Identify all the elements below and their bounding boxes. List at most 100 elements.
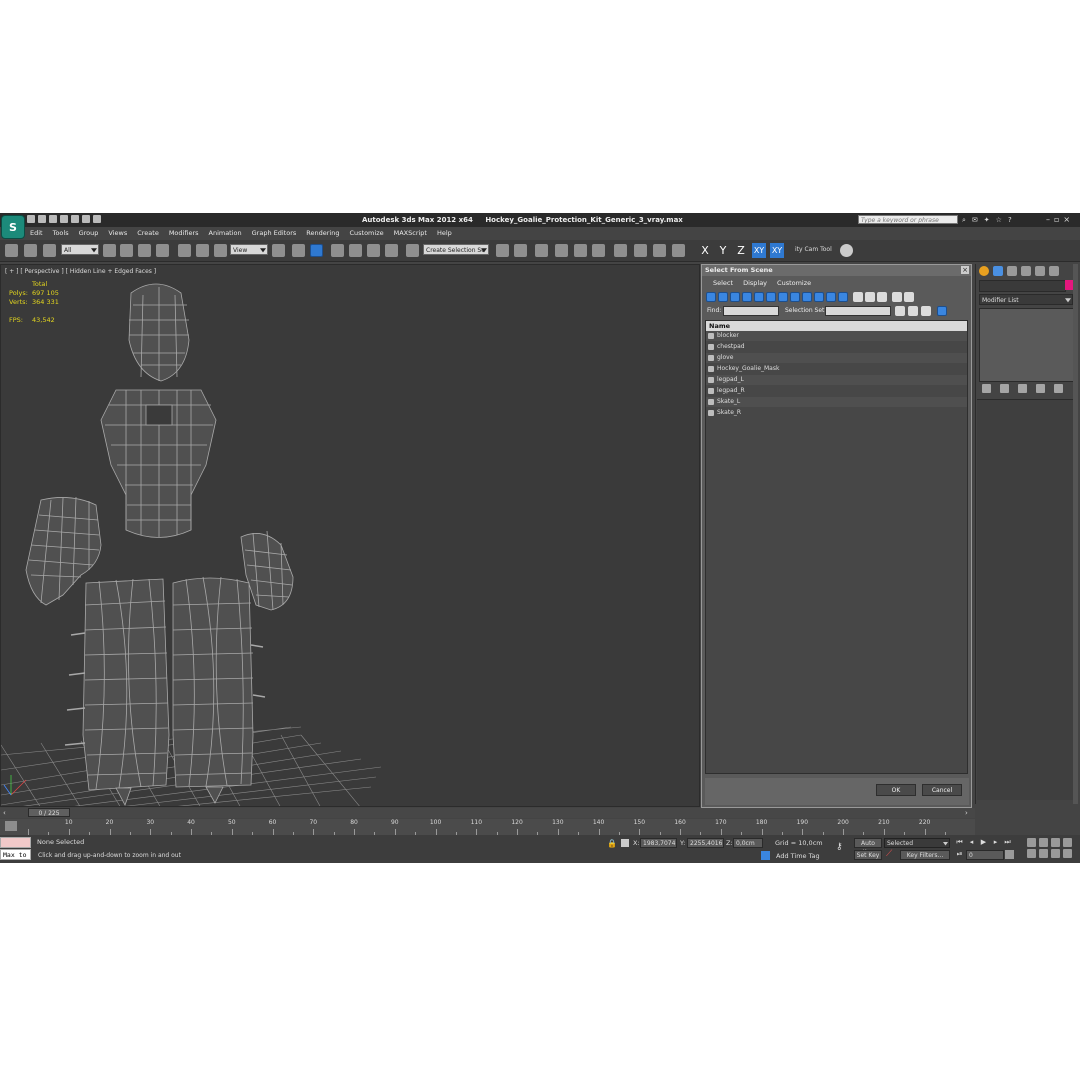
select-and-manipulate-icon[interactable] — [292, 244, 305, 257]
unlink-icon[interactable] — [24, 244, 37, 257]
curve-editor-icon[interactable] — [574, 244, 587, 257]
object-color-swatch[interactable] — [1065, 280, 1073, 290]
display-groups-icon[interactable] — [778, 292, 788, 302]
list-item[interactable]: legpad_R — [706, 386, 967, 396]
material-editor-icon[interactable] — [614, 244, 627, 257]
find-input[interactable] — [723, 306, 779, 316]
sort-icon[interactable] — [904, 292, 914, 302]
time-tag-icon[interactable] — [761, 851, 770, 860]
list-item[interactable]: Hockey_Goalie_Mask — [706, 364, 967, 374]
edit-named-selection-icon[interactable] — [406, 244, 419, 257]
maximize-viewport-icon[interactable] — [1063, 849, 1072, 858]
next-frame-icon[interactable]: ▸ — [991, 838, 1000, 847]
maxscript-listener-output[interactable] — [0, 837, 31, 848]
project-folder-icon[interactable] — [82, 215, 90, 223]
time-slider-prev-icon[interactable]: ‹ — [3, 809, 6, 817]
display-cameras-icon[interactable] — [742, 292, 752, 302]
field-of-view-icon[interactable] — [1027, 849, 1036, 858]
zoom-extents-icon[interactable] — [1051, 838, 1060, 847]
maxscript-mini-listener[interactable]: Max to — [0, 849, 31, 860]
select-dependents-icon[interactable] — [908, 306, 918, 316]
dialog-menu-display[interactable]: Display — [738, 278, 772, 288]
menu-maxscript[interactable]: MAXScript — [389, 228, 432, 239]
pan-icon[interactable] — [1039, 849, 1048, 858]
align-icon[interactable] — [514, 244, 527, 257]
menu-tools[interactable]: Tools — [48, 228, 74, 239]
hierarchy-tab-icon[interactable] — [1007, 266, 1017, 276]
menu-graph-editors[interactable]: Graph Editors — [247, 228, 302, 239]
axis-z-button[interactable]: Z — [734, 243, 748, 258]
play-icon[interactable]: ▶ — [979, 838, 988, 847]
help-search-input[interactable]: Type a keyword or phrase — [858, 215, 958, 224]
go-to-end-icon[interactable]: ⏭ — [1003, 838, 1012, 847]
track-bar[interactable]: 10 20 30 40 50 60 70 80 90 100 110 120 130 140 150 160 1… — [0, 819, 975, 835]
list-item[interactable]: blocker — [706, 331, 967, 341]
name-column-header[interactable]: Name — [706, 321, 967, 331]
named-selection-sets-dropdown[interactable]: Create Selection Se — [423, 244, 489, 255]
zoom-extents-all-icon[interactable] — [1063, 838, 1072, 847]
display-xrefs-icon[interactable] — [790, 292, 800, 302]
add-time-tag-button[interactable]: Add Time Tag — [776, 852, 820, 860]
spinner-snap-icon[interactable] — [385, 244, 398, 257]
motion-tab-icon[interactable] — [1021, 266, 1031, 276]
snaps-toggle-icon[interactable] — [331, 244, 344, 257]
mini-curve-editor-icon[interactable] — [5, 821, 17, 831]
modifier-stack[interactable] — [979, 308, 1075, 382]
select-object-icon[interactable] — [103, 244, 116, 257]
perspective-viewport[interactable]: [ + ] [ Perspective ] [ Hidden Line + Ed… — [0, 264, 700, 807]
redo-icon[interactable] — [71, 215, 79, 223]
display-tab-icon[interactable] — [1035, 266, 1045, 276]
move-icon[interactable] — [178, 244, 191, 257]
select-and-link-icon[interactable] — [5, 244, 18, 257]
undo-icon[interactable] — [60, 215, 68, 223]
zoom-all-icon[interactable] — [1039, 838, 1048, 847]
display-hidden-icon[interactable] — [838, 292, 848, 302]
pivot-center-icon[interactable] — [272, 244, 285, 257]
axis-y-button[interactable]: Y — [716, 243, 730, 258]
search-icon[interactable]: ⌕ — [962, 216, 966, 225]
key-mode-dropdown[interactable]: Selected — [884, 838, 950, 848]
new-icon[interactable] — [27, 215, 35, 223]
filter-icon[interactable] — [892, 292, 902, 302]
select-invert-icon[interactable] — [877, 292, 887, 302]
axis-x-button[interactable]: X — [698, 243, 712, 258]
communication-icon[interactable]: ✉ — [972, 216, 978, 225]
display-helpers-icon[interactable] — [754, 292, 764, 302]
menu-modifiers[interactable]: Modifiers — [164, 228, 204, 239]
list-item[interactable]: Skate_R — [706, 408, 967, 418]
orbit-icon[interactable] — [1051, 849, 1060, 858]
help-icon[interactable]: ? — [1008, 216, 1012, 225]
pin-stack-icon[interactable] — [982, 384, 991, 393]
open-icon[interactable] — [38, 215, 46, 223]
menu-group[interactable]: Group — [74, 228, 104, 239]
cancel-button[interactable]: Cancel — [922, 784, 962, 796]
list-item[interactable]: Skate_L — [706, 397, 967, 407]
percent-snap-icon[interactable] — [367, 244, 380, 257]
select-all-icon[interactable] — [853, 292, 863, 302]
utilities-tab-icon[interactable] — [1049, 266, 1059, 276]
list-item[interactable]: glove — [706, 353, 967, 363]
select-children-icon[interactable] — [895, 306, 905, 316]
reference-coordinate-dropdown[interactable]: View — [230, 244, 268, 255]
rectangle-selection-icon[interactable] — [138, 244, 151, 257]
y-coord-field[interactable]: 2255,4016 — [687, 838, 724, 848]
restore-icon[interactable]: ▫ — [1054, 215, 1059, 224]
menu-help[interactable]: Help — [432, 228, 457, 239]
app-menu-button[interactable]: S — [1, 215, 25, 239]
time-configuration-icon[interactable] — [1005, 850, 1014, 859]
previous-frame-icon[interactable]: ◂ — [967, 838, 976, 847]
bind-space-warp-icon[interactable] — [43, 244, 56, 257]
workspace-icon[interactable] — [93, 215, 101, 223]
display-bones-icon[interactable] — [802, 292, 812, 302]
configure-modifier-sets-icon[interactable] — [1054, 384, 1063, 393]
modify-tab-icon[interactable] — [993, 266, 1003, 276]
modifier-list-dropdown[interactable]: Modifier List — [979, 294, 1073, 305]
dialog-menu-select[interactable]: Select — [708, 278, 738, 288]
window-crossing-icon[interactable] — [156, 244, 169, 257]
display-geometry-icon[interactable] — [706, 292, 716, 302]
menu-customize[interactable]: Customize — [344, 228, 388, 239]
rotate-icon[interactable] — [196, 244, 209, 257]
object-name-field[interactable] — [979, 280, 1066, 292]
z-coord-field[interactable]: 0,0cm — [733, 838, 763, 848]
show-end-result-icon[interactable] — [1000, 384, 1009, 393]
